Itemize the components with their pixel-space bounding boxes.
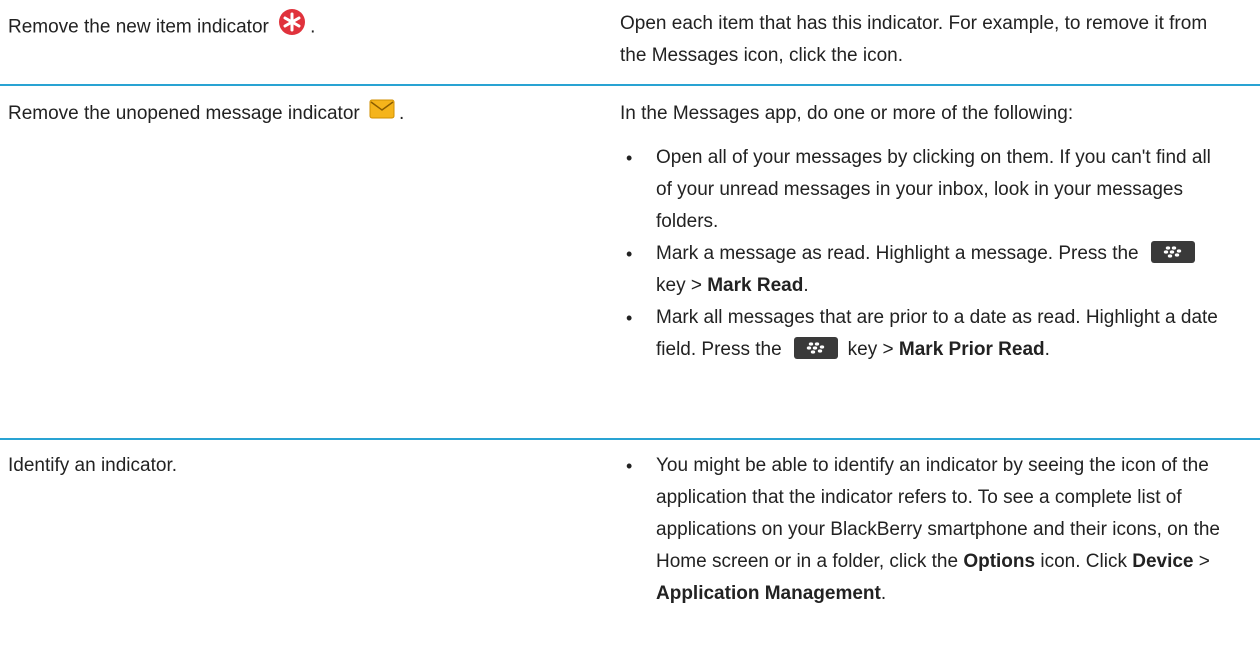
- table-row: Identify an indicator. • You might be ab…: [0, 440, 1260, 645]
- description-cell: In the Messages app, do one or more of t…: [620, 98, 1220, 366]
- action-text: Remove the new item indicator: [8, 16, 269, 38]
- description-list: • You might be able to identify an indic…: [620, 450, 1220, 610]
- list-item-text: Open all of your messages by clicking on…: [656, 147, 1211, 232]
- new-item-indicator-icon: [278, 8, 306, 47]
- list-item: • Mark a message as read. Highlight a me…: [620, 238, 1220, 302]
- list-item-text: icon. Click: [1040, 551, 1127, 572]
- action-text: Identify an indicator.: [8, 455, 177, 476]
- list-item-end: .: [803, 275, 809, 296]
- key-suffix-text: key >: [656, 275, 702, 296]
- options-label: Options: [963, 551, 1036, 572]
- bullet-icon: •: [626, 244, 633, 264]
- action-text: Remove the unopened message indicator: [8, 103, 360, 125]
- action-cell: Remove the unopened message indicator .: [8, 98, 568, 130]
- description-intro: In the Messages app, do one or more of t…: [620, 103, 1074, 124]
- action-cell: Remove the new item indicator .: [8, 8, 568, 47]
- list-item-end: .: [1044, 339, 1050, 360]
- blackberry-menu-key-icon: [1150, 240, 1195, 263]
- bullet-icon: •: [626, 456, 633, 476]
- action-suffix: .: [310, 16, 316, 38]
- list-item: • You might be able to identify an indic…: [620, 450, 1220, 610]
- list-item-text: Mark a message as read. Highlight a mess…: [656, 243, 1139, 264]
- action-suffix: .: [399, 103, 405, 125]
- action-cell: Identify an indicator.: [8, 450, 568, 482]
- description-cell: • You might be able to identify an indic…: [620, 450, 1220, 610]
- description-cell: Open each item that has this indicator. …: [620, 8, 1220, 72]
- separator-text: >: [1198, 551, 1210, 572]
- menu-item-name: Mark Read: [707, 275, 804, 296]
- description-list: • Open all of your messages by clicking …: [620, 142, 1220, 366]
- blackberry-menu-key-icon: [793, 336, 838, 359]
- device-label: Device: [1132, 551, 1194, 572]
- description-text: Open each item that has this indicator. …: [620, 13, 1208, 66]
- key-suffix-text: key >: [847, 339, 894, 360]
- list-item-end: .: [880, 583, 887, 604]
- menu-item-name: Mark Prior Read: [898, 339, 1045, 360]
- unopened-message-indicator-icon: [369, 98, 395, 130]
- table-row: Remove the new item indicator . Open eac…: [0, 0, 1260, 84]
- list-item: • Open all of your messages by clicking …: [620, 142, 1220, 238]
- list-item: • Mark all messages that are prior to a …: [620, 302, 1220, 366]
- table-row: Remove the unopened message indicator . …: [0, 86, 1260, 438]
- application-management-label: Application Management: [656, 583, 881, 604]
- bullet-icon: •: [626, 308, 633, 328]
- bullet-icon: •: [626, 148, 633, 168]
